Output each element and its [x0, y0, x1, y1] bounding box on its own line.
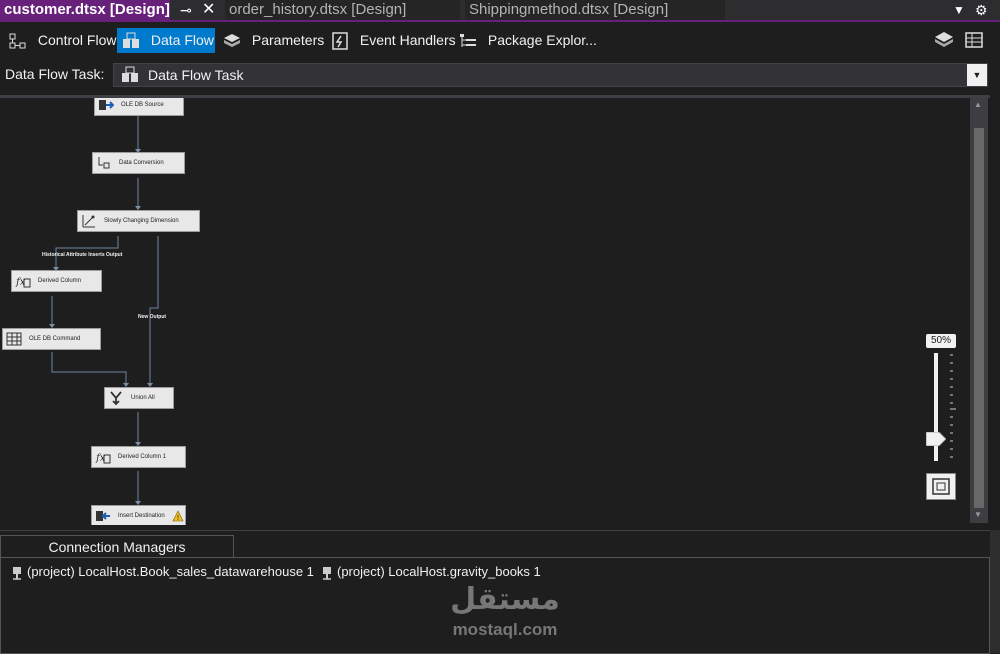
- component-label: Derived Column: [38, 278, 82, 284]
- tab-package-explorer-label: Package Explor...: [487, 32, 597, 48]
- component-slowly-changing-dimension[interactable]: Slowly Changing Dimension: [77, 210, 200, 232]
- component-label: Insert Destination: [118, 513, 165, 519]
- toolbox-grid-icon[interactable]: [963, 30, 985, 50]
- tab-dropdown-icon[interactable]: ▼: [953, 0, 965, 20]
- tab-customer-design[interactable]: customer.dtsx [Design]: [0, 0, 170, 20]
- union-all-icon: [110, 391, 122, 406]
- tab-control-flow-label: Control Flow: [37, 32, 117, 48]
- connection-manager-label: (project) LocalHost.Book_sales_datawareh…: [27, 564, 314, 579]
- tab-label: order_history.dtsx [Design]: [229, 1, 407, 18]
- watermark-latin: mostaql.com: [452, 620, 558, 639]
- connection-managers-tab[interactable]: Connection Managers: [0, 535, 234, 558]
- path-derived-to-command-hidden: [12, 296, 52, 328]
- connection-manager-icon: [323, 566, 331, 580]
- component-label: Union All: [131, 395, 155, 401]
- zoom-level-label: 50%: [926, 334, 956, 348]
- tab-event-handlers[interactable]: Event Handlers: [326, 28, 456, 53]
- data-flow-task-bar: Data Flow Task: Data Flow Task ▼: [0, 60, 1000, 90]
- zoom-ticks: [950, 354, 956, 458]
- pin-icon[interactable]: ⊸: [180, 0, 192, 20]
- component-derived-column[interactable]: fx Derived Column: [11, 270, 102, 292]
- document-tab-strip: customer.dtsx [Design] ⊸ ✕ order_history…: [0, 0, 1000, 22]
- path-command-to-union: [51, 352, 127, 385]
- zoom-to-fit-button[interactable]: [926, 473, 956, 500]
- data-conversion-icon: [98, 157, 110, 169]
- component-ole-db-command[interactable]: OLE DB Command: [2, 328, 101, 350]
- component-ole-db-source[interactable]: OLE DB Source: [94, 98, 184, 116]
- warning-icon: !: [172, 510, 184, 522]
- connection-manager-icon: [13, 566, 21, 580]
- connection-manager-item[interactable]: (project) LocalHost.gravity_books 1: [321, 564, 541, 580]
- event-handlers-icon: [332, 32, 348, 51]
- slowly-changing-dimension-icon: [82, 215, 95, 228]
- component-label: Data Conversion: [119, 160, 164, 166]
- derived-column-icon: fx: [15, 277, 31, 288]
- package-explorer-icon: [460, 34, 476, 48]
- component-label: OLE DB Command: [29, 336, 81, 342]
- ole-db-command-icon: [6, 332, 22, 346]
- derived-column-icon: fx: [95, 453, 111, 464]
- tab-parameters[interactable]: Parameters: [218, 28, 324, 53]
- scrollbar-thumb[interactable]: [974, 128, 984, 508]
- data-flow-task-icon: [122, 66, 138, 82]
- zoom-slider-thumb[interactable]: [926, 432, 946, 446]
- close-icon[interactable]: ✕: [202, 0, 215, 20]
- panel-edge: [990, 530, 1000, 653]
- gear-icon[interactable]: ⚙: [975, 0, 988, 20]
- data-flow-task-value: Data Flow Task: [148, 67, 244, 83]
- scroll-down-icon[interactable]: ▼: [974, 510, 982, 519]
- component-insert-destination[interactable]: Insert Destination !: [91, 505, 186, 525]
- connection-manager-label: (project) LocalHost.gravity_books 1: [337, 564, 541, 579]
- svg-text:!: !: [177, 514, 180, 522]
- data-flow-task-label: Data Flow Task:: [5, 66, 105, 82]
- watermark-arabic: مستقل: [450, 582, 560, 617]
- component-label: OLE DB Source: [121, 102, 164, 108]
- fit-to-window-icon: [932, 478, 950, 495]
- designer-toolbar: Control Flow Data Flow Parameters Event …: [0, 24, 1000, 58]
- ole-db-source-icon: [99, 100, 114, 110]
- scroll-up-icon[interactable]: ▲: [974, 100, 982, 109]
- path-new-output: [149, 236, 159, 385]
- component-label: Derived Column 1: [118, 454, 167, 460]
- connection-manager-item[interactable]: (project) LocalHost.Book_sales_datawareh…: [11, 564, 314, 580]
- component-derived-column-1[interactable]: fx Derived Column 1: [91, 446, 186, 468]
- vertical-scrollbar[interactable]: ▲ ▼: [970, 98, 988, 523]
- ole-db-destination-icon: [96, 511, 110, 521]
- tab-data-flow[interactable]: Data Flow: [117, 28, 215, 53]
- tab-control-flow[interactable]: Control Flow: [4, 28, 116, 53]
- path-label-new-output: New Output: [138, 314, 167, 320]
- variables-icon[interactable]: [933, 30, 955, 50]
- chevron-down-icon[interactable]: ▼: [967, 64, 987, 86]
- data-flow-design-surface[interactable]: Historical Attribute Inserts Output New …: [0, 95, 990, 525]
- component-label: Slowly Changing Dimension: [104, 218, 179, 224]
- tab-label: Shippingmethod.dtsx [Design]: [469, 1, 669, 18]
- parameters-icon: [224, 34, 240, 48]
- tab-data-flow-label: Data Flow: [150, 32, 214, 48]
- control-flow-icon: [9, 33, 26, 49]
- component-data-conversion[interactable]: Data Conversion: [92, 152, 185, 174]
- tab-label: customer.dtsx [Design]: [4, 1, 170, 18]
- path-label-historical: Historical Attribute Inserts Output: [42, 252, 123, 258]
- data-flow-icon: [123, 32, 139, 49]
- data-flow-task-select[interactable]: Data Flow Task ▼: [113, 63, 988, 87]
- tab-package-explorer[interactable]: Package Explor...: [454, 28, 597, 53]
- tab-shippingmethod-design[interactable]: Shippingmethod.dtsx [Design]: [465, 0, 725, 20]
- component-union-all[interactable]: Union All: [104, 387, 174, 409]
- tab-order-history-design[interactable]: order_history.dtsx [Design]: [225, 0, 460, 20]
- tab-parameters-label: Parameters: [251, 32, 325, 48]
- tab-event-handlers-label: Event Handlers: [359, 32, 456, 48]
